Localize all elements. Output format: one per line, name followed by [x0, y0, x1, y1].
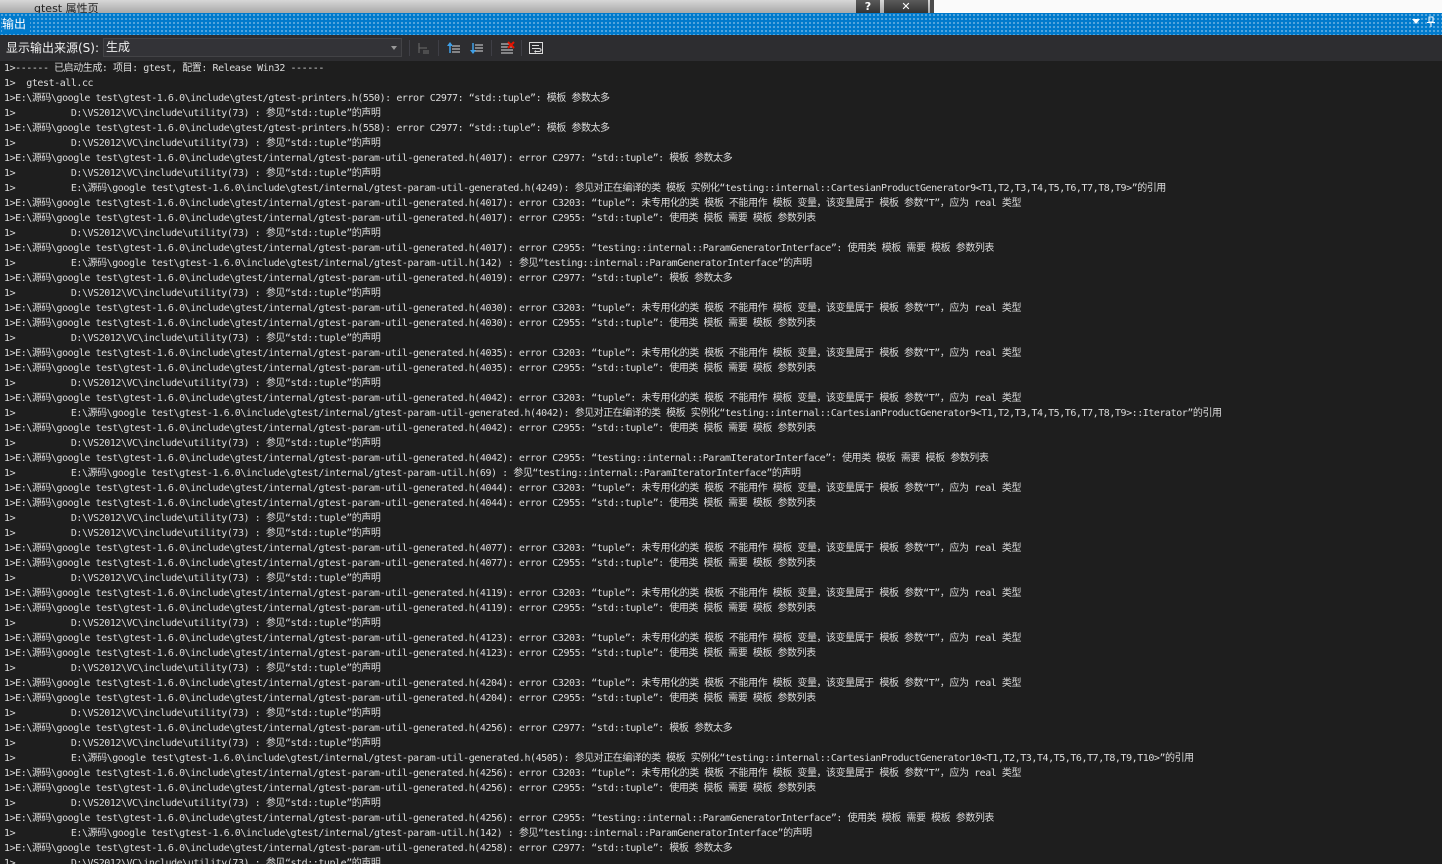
output-line: 1> D:\VS2012\VC\include\utility(73) : 参见… [4, 138, 381, 149]
toggle-word-wrap-button[interactable] [527, 39, 545, 57]
output-line: 1> D:\VS2012\VC\include\utility(73) : 参见… [4, 858, 381, 864]
output-line: 1> gtest-all.cc [4, 78, 94, 89]
output-line: 1>E:\源码\google test\gtest-1.6.0\include\… [4, 318, 816, 329]
output-line: 1>E:\源码\google test\gtest-1.6.0\include\… [4, 723, 733, 734]
output-line: 1>E:\源码\google test\gtest-1.6.0\include\… [4, 483, 1022, 494]
output-line: 1> D:\VS2012\VC\include\utility(73) : 参见… [4, 378, 381, 389]
output-line: 1>E:\源码\google test\gtest-1.6.0\include\… [4, 678, 1022, 689]
output-line: 1> D:\VS2012\VC\include\utility(73) : 参见… [4, 333, 381, 344]
output-line: 1> D:\VS2012\VC\include\utility(73) : 参见… [4, 618, 381, 629]
output-line: 1>E:\源码\google test\gtest-1.6.0\include\… [4, 603, 816, 614]
output-line: 1> D:\VS2012\VC\include\utility(73) : 参见… [4, 168, 381, 179]
toolbar-separator [491, 40, 492, 56]
toolbar-separator [438, 40, 439, 56]
output-line: 1> D:\VS2012\VC\include\utility(73) : 参见… [4, 528, 381, 539]
output-line: 1>E:\源码\google test\gtest-1.6.0\include\… [4, 363, 816, 374]
output-line: 1>E:\源码\google test\gtest-1.6.0\include\… [4, 153, 733, 164]
output-line: 1> D:\VS2012\VC\include\utility(73) : 参见… [4, 798, 381, 809]
output-line: 1> E:\源码\google test\gtest-1.6.0\include… [4, 468, 801, 479]
output-toolbar: 显示输出来源(S): 生成 [0, 35, 1442, 61]
output-line: 1> D:\VS2012\VC\include\utility(73) : 参见… [4, 228, 381, 239]
output-line: 1>E:\源码\google test\gtest-1.6.0\include\… [4, 393, 1022, 404]
property-page-window [0, 0, 930, 13]
background-window: gtest 属性页 ? ✕ [0, 0, 1442, 13]
output-text-area[interactable]: 1>------ 已启动生成: 项目: gtest, 配置: Release W… [0, 61, 1442, 864]
find-message-in-code-button[interactable] [415, 39, 433, 57]
output-line: 1>E:\源码\google test\gtest-1.6.0\include\… [4, 588, 1022, 599]
background-pane [934, 0, 1442, 13]
close-button[interactable]: ✕ [884, 0, 928, 13]
output-line: 1>E:\源码\google test\gtest-1.6.0\include\… [4, 768, 1022, 779]
output-line: 1> D:\VS2012\VC\include\utility(73) : 参见… [4, 573, 381, 584]
output-line: 1>E:\源码\google test\gtest-1.6.0\include\… [4, 783, 816, 794]
find-message-in-code-icon [418, 43, 429, 54]
output-line: 1> D:\VS2012\VC\include\utility(73) : 参见… [4, 108, 381, 119]
go-to-previous-message-icon [447, 42, 460, 53]
panel-title: 输出 [2, 16, 31, 32]
output-line: 1>E:\源码\google test\gtest-1.6.0\include\… [4, 498, 816, 509]
go-to-previous-message-button[interactable] [445, 39, 463, 57]
output-line: 1>E:\源码\google test\gtest-1.6.0\include\… [4, 693, 816, 704]
output-line-list: 1>------ 已启动生成: 项目: gtest, 配置: Release W… [4, 61, 1222, 864]
output-line: 1>E:\源码\google test\gtest-1.6.0\include\… [4, 93, 610, 104]
output-line: 1>E:\源码\google test\gtest-1.6.0\include\… [4, 843, 733, 854]
output-line: 1>E:\源码\google test\gtest-1.6.0\include\… [4, 303, 1022, 314]
go-to-next-message-button[interactable] [468, 39, 486, 57]
output-line: 1>E:\源码\google test\gtest-1.6.0\include\… [4, 453, 989, 464]
toolbar-separator [521, 40, 522, 56]
output-line: 1>E:\源码\google test\gtest-1.6.0\include\… [4, 123, 610, 134]
pin-icon[interactable] [1426, 16, 1436, 32]
output-line: 1>E:\源码\google test\gtest-1.6.0\include\… [4, 213, 816, 224]
clear-all-button[interactable] [498, 39, 516, 57]
output-line: 1>E:\源码\google test\gtest-1.6.0\include\… [4, 243, 994, 254]
output-line: 1>E:\源码\google test\gtest-1.6.0\include\… [4, 273, 733, 284]
output-line: 1> D:\VS2012\VC\include\utility(73) : 参见… [4, 513, 381, 524]
output-line: 1> E:\源码\google test\gtest-1.6.0\include… [4, 258, 812, 269]
output-line: 1> D:\VS2012\VC\include\utility(73) : 参见… [4, 663, 381, 674]
toolbar-separator [409, 40, 410, 56]
output-line: 1>E:\源码\google test\gtest-1.6.0\include\… [4, 543, 1022, 554]
output-panel-titlebar[interactable]: 输出 [0, 13, 1442, 35]
output-line: 1>E:\源码\google test\gtest-1.6.0\include\… [4, 558, 816, 569]
output-line: 1>E:\源码\google test\gtest-1.6.0\include\… [4, 633, 1022, 644]
output-line: 1>E:\源码\google test\gtest-1.6.0\include\… [4, 423, 816, 434]
output-source-value: 生成 [106, 40, 131, 54]
output-line: 1> E:\源码\google test\gtest-1.6.0\include… [4, 753, 1194, 764]
output-line: 1> D:\VS2012\VC\include\utility(73) : 参见… [4, 708, 381, 719]
output-line: 1> D:\VS2012\VC\include\utility(73) : 参见… [4, 438, 381, 449]
output-line: 1> D:\VS2012\VC\include\utility(73) : 参见… [4, 738, 381, 749]
output-line: 1>E:\源码\google test\gtest-1.6.0\include\… [4, 648, 816, 659]
property-page-title: gtest 属性页 [34, 2, 99, 13]
output-line: 1>E:\源码\google test\gtest-1.6.0\include\… [4, 813, 994, 824]
output-source-select[interactable]: 生成 [103, 38, 402, 57]
output-line: 1> D:\VS2012\VC\include\utility(73) : 参见… [4, 288, 381, 299]
output-source-label: 显示输出来源(S): [6, 41, 100, 55]
help-button[interactable]: ? [856, 0, 880, 13]
go-to-next-message-icon [470, 43, 483, 54]
output-line: 1>------ 已启动生成: 项目: gtest, 配置: Release W… [4, 63, 324, 74]
output-line: 1> E:\源码\google test\gtest-1.6.0\include… [4, 183, 1166, 194]
chevron-down-icon[interactable] [1412, 19, 1420, 24]
output-line: 1>E:\源码\google test\gtest-1.6.0\include\… [4, 348, 1022, 359]
output-line: 1> E:\源码\google test\gtest-1.6.0\include… [4, 408, 1222, 419]
output-line: 1> E:\源码\google test\gtest-1.6.0\include… [4, 828, 812, 839]
toggle-word-wrap-icon [529, 42, 543, 54]
chevron-down-icon [391, 46, 397, 50]
output-line: 1>E:\源码\google test\gtest-1.6.0\include\… [4, 198, 1022, 209]
clear-all-icon [501, 41, 515, 54]
